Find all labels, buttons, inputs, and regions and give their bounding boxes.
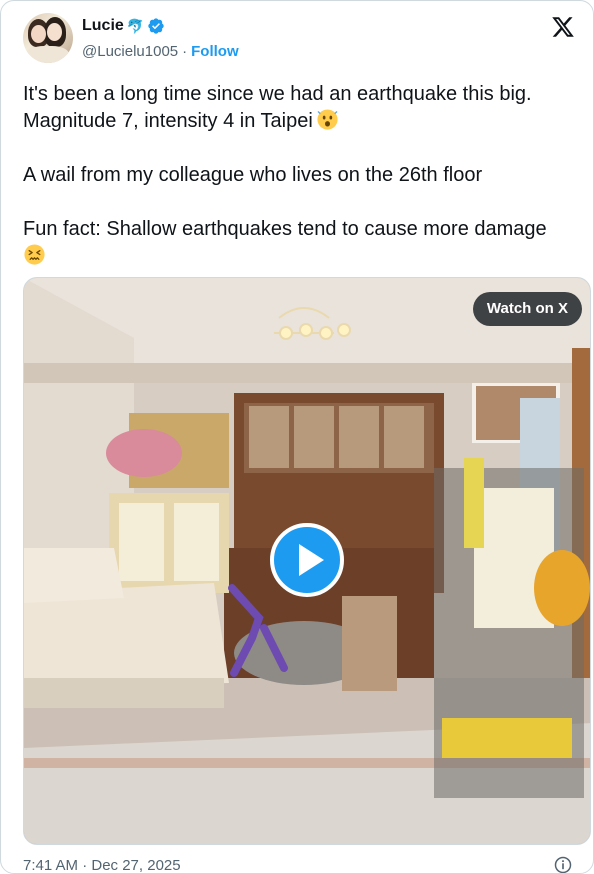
verified-badge-icon — [148, 18, 164, 34]
tweet-text: It's been a long time since we had an ea… — [23, 81, 589, 270]
astonished-face-icon — [317, 109, 338, 130]
author-display-name[interactable]: Lucie — [82, 17, 124, 35]
tweet-text-line: Magnitude 7, intensity 4 in Taipei — [23, 110, 313, 132]
avatar[interactable] — [23, 13, 73, 63]
author-name-row[interactable]: Lucie 🐬 — [82, 17, 165, 35]
author-handle[interactable]: @Lucielu1005 — [82, 43, 178, 60]
tweet-text-line-with-emoji: Magnitude 7, intensity 4 in Taipei — [23, 108, 589, 135]
video-player[interactable]: Watch on X — [23, 277, 591, 845]
tweet-footer: 7:41 AM · Dec 27, 2025 — [23, 855, 579, 874]
tweet-header: Lucie 🐬 @Lucielu1005 · Follow — [23, 13, 579, 65]
dolphin-emoji-icon: 🐬 — [126, 18, 145, 34]
watch-on-x-button[interactable]: Watch on X — [472, 292, 582, 326]
author-handle-row: @Lucielu1005 · Follow — [82, 43, 239, 60]
play-icon — [299, 544, 324, 576]
play-button[interactable] — [270, 523, 344, 597]
tweet-text-line: A wail from my colleague who lives on th… — [23, 164, 483, 186]
tweet-text-line: It's been a long time since we had an ea… — [23, 83, 532, 105]
tweet-timestamp[interactable]: 7:41 AM · Dec 27, 2025 — [23, 857, 181, 873]
tweet-text-line: Fun fact: Shallow earthquakes tend to ca… — [23, 218, 547, 240]
x-logo-icon[interactable] — [551, 15, 575, 39]
tweet-text-line-with-emoji — [23, 243, 589, 270]
separator-dot: · — [182, 43, 188, 60]
follow-button[interactable]: Follow — [191, 43, 239, 60]
tweet-card: Lucie 🐬 @Lucielu1005 · Follow It's been … — [0, 0, 594, 874]
confounded-face-icon — [24, 244, 45, 265]
info-icon[interactable] — [553, 855, 573, 874]
